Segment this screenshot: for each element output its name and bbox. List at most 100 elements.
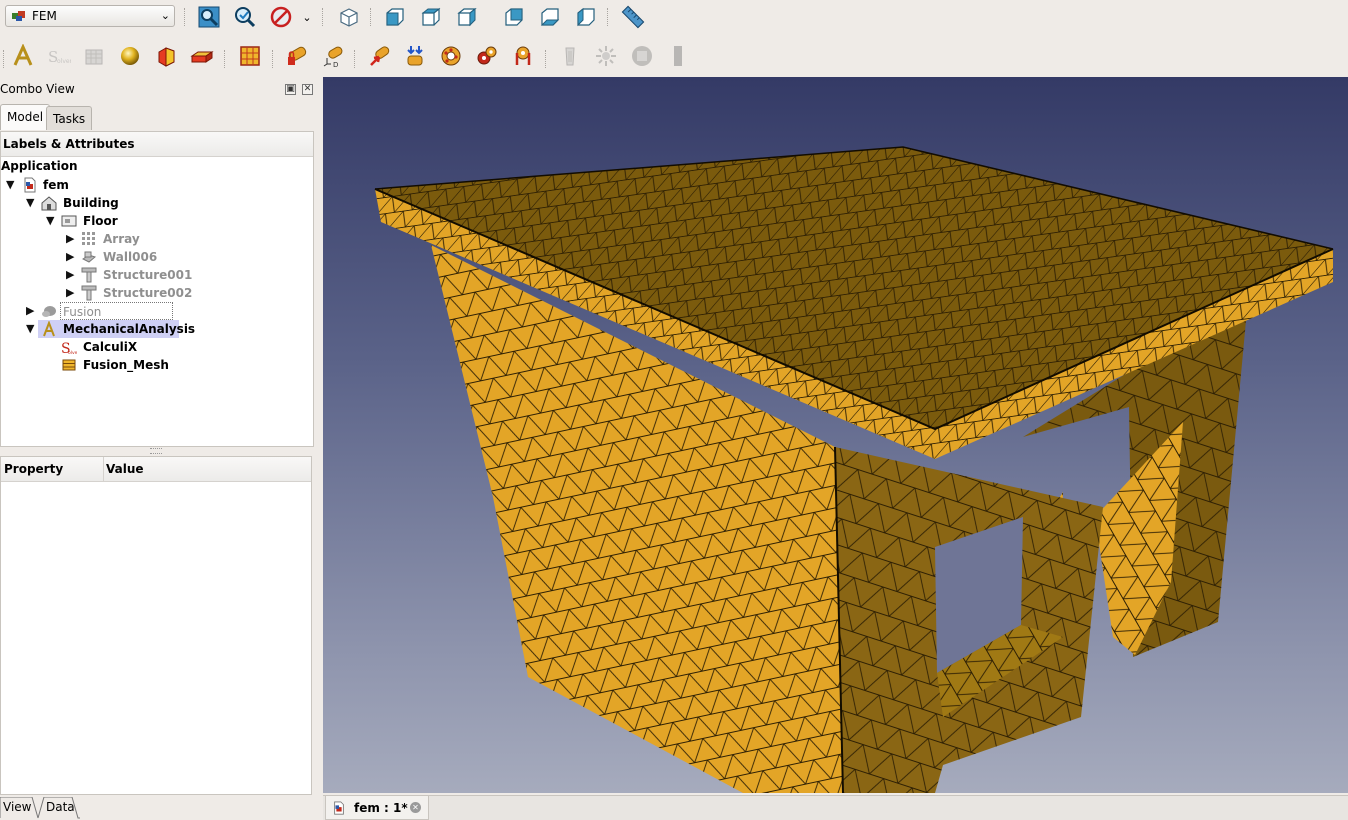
- tab-model[interactable]: Model: [0, 104, 51, 130]
- workbench-selector[interactable]: FEM ⌄: [5, 5, 175, 27]
- mesh-from-shape-button[interactable]: [236, 42, 264, 70]
- tree-item-wall006[interactable]: Wall006: [103, 248, 157, 266]
- tab-view[interactable]: View: [3, 800, 31, 814]
- svg-text:D: D: [333, 61, 338, 68]
- expand-arrow-icon[interactable]: ▶: [66, 232, 74, 245]
- front-view-icon: [386, 8, 404, 26]
- rear-view-button[interactable]: [500, 3, 528, 31]
- chevron-down-icon: ⌄: [160, 9, 170, 22]
- force-constraint-icon: [370, 46, 390, 66]
- fit-selection-button[interactable]: [231, 3, 259, 31]
- tree-root-label: Application: [1, 159, 78, 173]
- expand-arrow-icon[interactable]: ▼: [6, 178, 14, 191]
- material-button[interactable]: [80, 42, 108, 70]
- tree-item-structure002[interactable]: Structure002: [103, 284, 192, 302]
- tree-item-mechanicalanalysis[interactable]: MechanicalAnalysis: [63, 320, 195, 338]
- tree-header[interactable]: Labels & Attributes: [1, 132, 180, 157]
- left-view-button[interactable]: [572, 3, 600, 31]
- tree-item-fem[interactable]: fem: [43, 176, 69, 194]
- 3d-viewport[interactable]: [323, 77, 1348, 793]
- expand-arrow-icon[interactable]: ▶: [66, 250, 74, 263]
- pulley-constraint-button[interactable]: [509, 42, 537, 70]
- document-tab-label: fem : 1*: [354, 801, 408, 815]
- toolbar-separator: [545, 50, 548, 68]
- tree-header-extra: [179, 132, 313, 157]
- analysis-container-button[interactable]: [9, 42, 37, 70]
- toolbar-separator: [370, 8, 373, 26]
- solver-button[interactable]: Solver: [45, 42, 73, 70]
- tab-tasks[interactable]: Tasks: [46, 106, 93, 130]
- fem-mesh-model: [374, 146, 1334, 793]
- bearing-constraint-button[interactable]: [437, 42, 465, 70]
- close-panel-button[interactable]: ✕: [302, 84, 313, 95]
- panel-splitter[interactable]: [150, 448, 162, 454]
- show-result-button[interactable]: [592, 42, 620, 70]
- workbench-label: FEM: [32, 9, 57, 23]
- float-panel-button[interactable]: ▣: [285, 84, 296, 95]
- combo-view-titlebar: Combo View ▣ ✕: [0, 82, 318, 98]
- draw-style-button[interactable]: [267, 3, 295, 31]
- expand-arrow-icon[interactable]: ▼: [26, 196, 34, 209]
- solid-material-button[interactable]: [116, 42, 144, 70]
- pressure-constraint-button[interactable]: [401, 42, 429, 70]
- svg-text:olver: olver: [57, 58, 71, 65]
- expand-arrow-icon[interactable]: ▶: [66, 268, 74, 281]
- document-tab-fem[interactable]: fem : 1* ✕: [325, 796, 429, 820]
- structure-icon: [81, 285, 97, 301]
- mesh-layer-icon: [190, 51, 214, 63]
- property-editor[interactable]: Property Value: [0, 456, 312, 795]
- wall-icon: [82, 251, 97, 263]
- right-view-button[interactable]: [453, 3, 481, 31]
- mesh-icon: [62, 359, 76, 371]
- toolbar-separator: [272, 50, 275, 68]
- displacement-constraint-button[interactable]: D: [319, 42, 347, 70]
- measure-distance-button[interactable]: [619, 3, 647, 31]
- expand-arrow-icon[interactable]: ▶: [26, 304, 34, 317]
- bearing-icon: [441, 46, 461, 66]
- mesh-boundary-layer-button[interactable]: [188, 42, 216, 70]
- close-tab-icon[interactable]: ✕: [410, 802, 421, 813]
- tab-data[interactable]: Data: [46, 800, 75, 814]
- analysis-icon: [13, 44, 33, 66]
- tree-item-calculix[interactable]: CalculiX: [83, 338, 137, 356]
- model-tree[interactable]: Labels & Attributes Application ▼ fem ▼ …: [0, 131, 314, 447]
- tree-item-structure001[interactable]: Structure001: [103, 266, 192, 284]
- value-column-header[interactable]: Value: [103, 457, 144, 481]
- left-view-icon: [577, 7, 595, 27]
- expand-arrow-icon[interactable]: ▼: [46, 214, 54, 227]
- draw-style-dropdown[interactable]: ⌄: [299, 3, 315, 31]
- stop-button[interactable]: [628, 42, 656, 70]
- isometric-view-button[interactable]: [335, 3, 363, 31]
- force-constraint-button[interactable]: [366, 42, 394, 70]
- top-view-button[interactable]: [417, 3, 445, 31]
- purge-results-button[interactable]: [556, 42, 584, 70]
- draw-style-icon: [270, 6, 292, 28]
- right-view-icon: [457, 7, 477, 27]
- mesh-region-button[interactable]: [152, 42, 180, 70]
- gear-constraint-button[interactable]: [473, 42, 501, 70]
- tree-item-array[interactable]: Array: [103, 230, 140, 248]
- tree-item-fusion-mesh[interactable]: Fusion_Mesh: [83, 356, 169, 374]
- isometric-cube-icon: [340, 8, 358, 27]
- solver-icon: Solver: [48, 48, 71, 66]
- property-header: Property Value: [1, 457, 311, 482]
- fixed-constraint-button[interactable]: [283, 42, 311, 70]
- analysis-icon: [43, 321, 55, 337]
- fit-all-button[interactable]: [195, 3, 223, 31]
- property-column-header[interactable]: Property: [4, 462, 63, 476]
- expand-arrow-icon[interactable]: ▼: [26, 322, 34, 335]
- property-view-tabs: View Data: [0, 797, 320, 819]
- bottom-view-icon: [540, 8, 560, 26]
- tree-item-fusion[interactable]: Fusion: [60, 302, 173, 320]
- clipping-plane-button[interactable]: [664, 42, 692, 70]
- fixed-constraint-icon: [288, 46, 307, 65]
- gear-icon: [477, 46, 497, 65]
- tree-header-label: Labels & Attributes: [3, 137, 135, 151]
- tree-item-building[interactable]: Building: [63, 194, 119, 212]
- fusion-icon: [42, 306, 56, 317]
- bottom-view-button[interactable]: [536, 3, 564, 31]
- expand-arrow-icon[interactable]: ▶: [66, 286, 74, 299]
- front-view-button[interactable]: [381, 3, 409, 31]
- stop-icon: [632, 46, 652, 66]
- tree-item-floor[interactable]: Floor: [83, 212, 118, 230]
